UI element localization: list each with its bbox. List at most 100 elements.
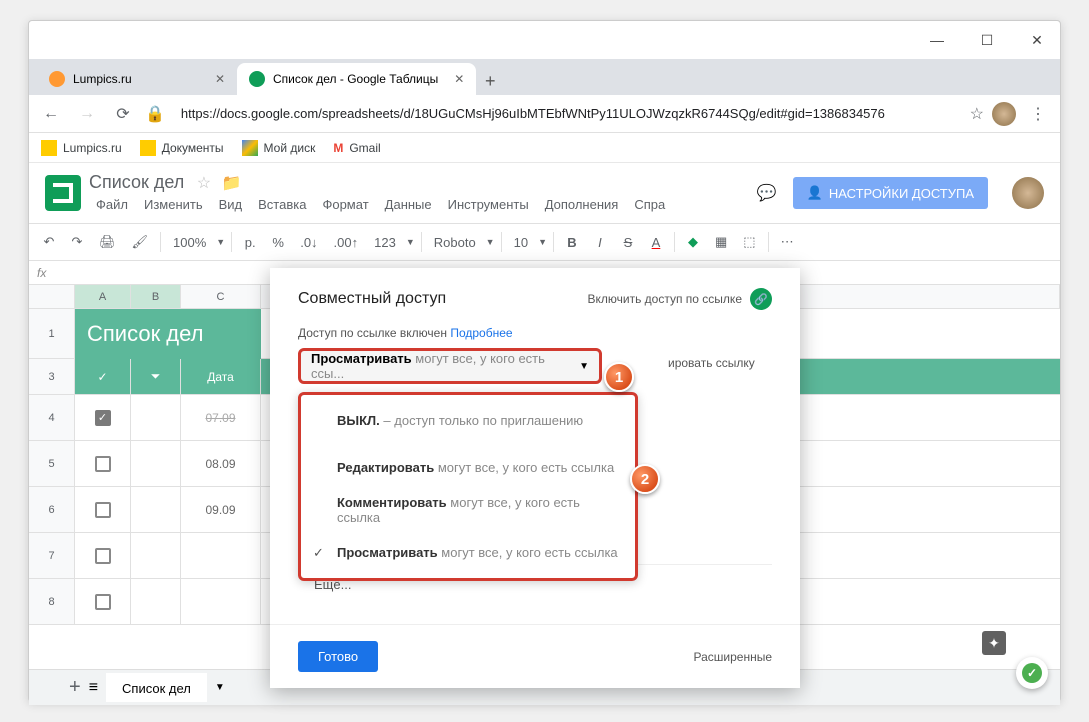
menu-format[interactable]: Формат <box>315 195 375 214</box>
checkbox-cell[interactable] <box>75 533 131 578</box>
format-select[interactable]: 123 <box>368 231 402 254</box>
menu-item-comment[interactable]: Комментировать могут все, у кого есть сс… <box>301 485 635 535</box>
dialog-title: Совместный доступ <box>298 290 446 308</box>
advanced-link[interactable]: Расширенные <box>693 650 772 664</box>
forward-button[interactable]: → <box>73 100 101 128</box>
tab-sheets[interactable]: Список дел - Google Таблицы ✕ <box>237 63 476 95</box>
merge-button[interactable]: ⬚ <box>737 230 761 254</box>
row-header[interactable]: 4 <box>29 395 75 440</box>
row-header[interactable]: 8 <box>29 579 75 624</box>
tab-lumpics[interactable]: Lumpics.ru ✕ <box>37 63 237 95</box>
dec-decrease-button[interactable]: .0↓ <box>294 231 323 254</box>
percent-button[interactable]: % <box>266 231 290 254</box>
menu-view[interactable]: Вид <box>212 195 250 214</box>
url-input[interactable] <box>181 100 954 128</box>
back-button[interactable]: ← <box>37 100 65 128</box>
row-header[interactable]: 7 <box>29 533 75 578</box>
checkbox-cell[interactable] <box>75 487 131 532</box>
copy-link-button[interactable]: ировать ссылку <box>668 356 755 370</box>
sheet-tab[interactable]: Список дел <box>106 673 207 702</box>
reload-button[interactable]: ⟳ <box>109 100 137 128</box>
access-dropdown[interactable]: Просматривать могут все, у кого есть ссы… <box>298 348 602 384</box>
paint-format-button[interactable]: 🖌 <box>126 230 155 254</box>
address-bar: ← → ⟳ 🔒 ☆ ⋮ <box>29 95 1060 133</box>
menu-addons[interactable]: Дополнения <box>538 195 626 214</box>
menu-file[interactable]: Файл <box>89 195 135 214</box>
link-sharing-toggle[interactable]: Включить доступ по ссылке 🔗 <box>588 288 773 310</box>
add-sheet-button[interactable]: + <box>69 676 81 699</box>
date-cell[interactable]: 09.09 <box>181 487 261 532</box>
col-header-b[interactable]: B <box>131 285 181 308</box>
menu-tools[interactable]: Инструменты <box>441 195 536 214</box>
currency-button[interactable]: р. <box>238 231 262 254</box>
bookmark-gmail[interactable]: MGmail <box>333 141 380 155</box>
sheet-menu-icon[interactable]: ▼ <box>215 682 225 693</box>
bold-button[interactable]: B <box>560 231 584 254</box>
share-dialog: Совместный доступ Включить доступ по ссы… <box>270 268 800 688</box>
bookmark-docs[interactable]: Документы <box>140 140 224 156</box>
menu-button[interactable]: ⋮ <box>1024 100 1052 128</box>
menu-item-edit[interactable]: Редактировать могут все, у кого есть ссы… <box>301 450 635 485</box>
title-cell[interactable]: Список дел <box>75 309 261 359</box>
new-tab-button[interactable]: + <box>476 67 504 95</box>
star-icon[interactable]: ☆ <box>197 175 211 192</box>
col-header-c[interactable]: C <box>181 285 261 308</box>
font-select[interactable]: Roboto <box>428 231 482 254</box>
close-button[interactable]: ✕ <box>1022 25 1052 55</box>
undo-button[interactable]: ↶ <box>37 230 61 254</box>
menu-item-view[interactable]: ✓Просматривать могут все, у кого есть сс… <box>301 535 635 570</box>
bookmark-lumpics[interactable]: Lumpics.ru <box>41 140 122 156</box>
menu-item-off[interactable]: ВЫКЛ. – доступ только по приглашению <box>301 403 635 438</box>
menu-edit[interactable]: Изменить <box>137 195 210 214</box>
done-button[interactable]: Готово <box>298 641 378 672</box>
select-all-corner[interactable] <box>29 285 75 308</box>
dec-increase-button[interactable]: .00↑ <box>328 231 365 254</box>
header-check[interactable]: ✓ <box>75 359 131 394</box>
text-color-button[interactable]: A <box>644 231 668 254</box>
date-cell[interactable]: 07.09 <box>181 395 261 440</box>
bookmark-drive[interactable]: Мой диск <box>242 140 316 156</box>
callout-1: 1 <box>604 362 634 392</box>
folder-icon[interactable]: 📁 <box>222 175 242 192</box>
minimize-button[interactable]: — <box>922 25 952 55</box>
maximize-button[interactable]: ☐ <box>972 25 1002 55</box>
print-button[interactable]: 🖨 <box>93 230 122 254</box>
menu-help[interactable]: Спра <box>627 195 672 214</box>
menu-insert[interactable]: Вставка <box>251 195 313 214</box>
filter-icon[interactable]: ⏷ <box>131 359 181 394</box>
strike-button[interactable]: S <box>616 231 640 254</box>
zoom-select[interactable]: 100% <box>167 231 212 254</box>
account-avatar[interactable] <box>1012 177 1044 209</box>
checkbox-cell[interactable] <box>75 579 131 624</box>
row-header[interactable]: 6 <box>29 487 75 532</box>
font-size-select[interactable]: 10 <box>508 231 534 254</box>
tab-close-icon[interactable]: ✕ <box>215 72 225 86</box>
profile-avatar[interactable] <box>992 102 1016 126</box>
date-cell[interactable]: 08.09 <box>181 441 261 486</box>
star-icon[interactable]: ☆ <box>970 104 984 124</box>
borders-button[interactable]: ▦ <box>709 230 733 254</box>
fill-color-button[interactable]: ◆ <box>681 230 705 254</box>
all-sheets-button[interactable]: ≡ <box>89 679 98 697</box>
row-header[interactable]: 1 <box>29 309 75 358</box>
sheets-logo-icon[interactable] <box>45 175 81 211</box>
more-button[interactable]: ⋯ <box>775 230 800 254</box>
extension-badge[interactable] <box>1016 657 1048 689</box>
col-header-a[interactable]: A <box>75 285 131 308</box>
row-header[interactable]: 3 <box>29 359 75 394</box>
row-header[interactable]: 5 <box>29 441 75 486</box>
menu-data[interactable]: Данные <box>378 195 439 214</box>
italic-button[interactable]: I <box>588 231 612 254</box>
document-title[interactable]: Список дел <box>89 172 184 192</box>
explore-button[interactable]: ✦ <box>982 631 1006 655</box>
header-date[interactable]: Дата <box>181 359 261 394</box>
tab-close-icon[interactable]: ✕ <box>454 72 464 86</box>
tab-title: Список дел - Google Таблицы <box>273 72 438 86</box>
checkbox-cell[interactable]: ✓ <box>75 395 131 440</box>
redo-button[interactable]: ↷ <box>65 230 89 254</box>
checkbox-cell[interactable] <box>75 441 131 486</box>
favicon-lumpics <box>49 71 65 87</box>
learn-more-link[interactable]: Подробнее <box>450 326 512 340</box>
share-button[interactable]: 👤 НАСТРОЙКИ ДОСТУПА <box>793 177 988 209</box>
comments-button[interactable]: 💬 <box>749 175 785 211</box>
